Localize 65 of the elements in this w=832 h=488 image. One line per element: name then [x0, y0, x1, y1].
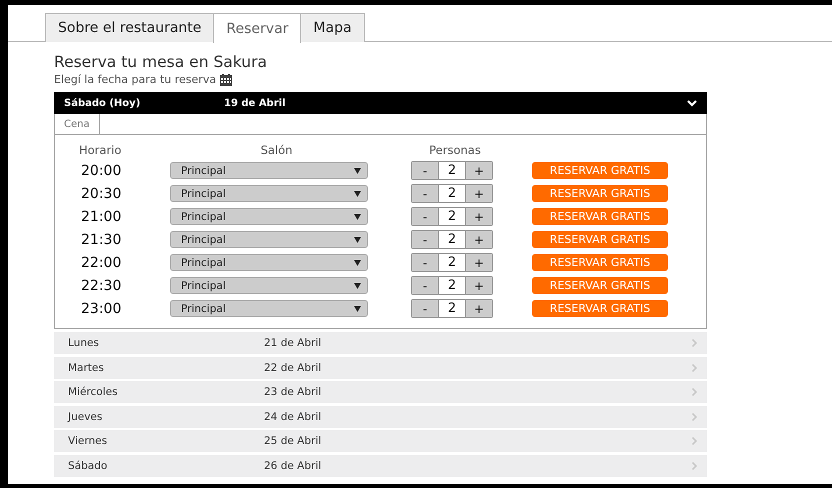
decrement-button[interactable]: - — [412, 277, 438, 294]
time-slot: 22:00 — [55, 254, 170, 270]
column-header: Salón — [260, 143, 294, 157]
increment-button[interactable]: + — [466, 208, 492, 225]
time-slot: 23:00 — [55, 300, 170, 316]
column-header: Personas — [428, 143, 482, 157]
decrement-button[interactable]: - — [412, 208, 438, 225]
time-slot: 21:00 — [55, 208, 170, 224]
decrement-button[interactable]: - — [412, 254, 438, 271]
room-select[interactable]: Principal — [170, 231, 368, 248]
chevron-down-icon — [687, 100, 697, 106]
people-field[interactable]: 2 — [438, 254, 466, 271]
dropdown-arrow-icon — [354, 168, 361, 174]
room-select[interactable]: Principal — [170, 208, 368, 225]
time-slot: 22:30 — [55, 278, 170, 294]
time-slot: 20:00 — [55, 162, 170, 178]
day-header[interactable]: Sábado (Hoy) 19 de Abril — [54, 92, 707, 114]
dropdown-arrow-icon — [354, 214, 361, 220]
increment-button[interactable]: + — [466, 277, 492, 294]
decrement-button[interactable]: - — [412, 300, 438, 317]
increment-button[interactable]: + — [466, 231, 492, 248]
dropdown-arrow-icon — [354, 306, 361, 312]
chevron-right-icon — [692, 388, 697, 396]
room-select[interactable]: Principal — [170, 185, 368, 202]
people-field[interactable]: 2 — [438, 277, 466, 294]
room-select[interactable]: Principal — [170, 162, 368, 179]
chevron-right-icon — [692, 437, 697, 446]
column-header: Horario — [78, 143, 122, 157]
day-row[interactable]: Viernes 25 de Abril — [54, 430, 707, 452]
day-row[interactable]: Lunes 21 de Abril — [54, 332, 707, 354]
time-slot: 20:30 — [55, 186, 170, 202]
instruction-text: Elegí la fecha para tu reserva — [54, 73, 216, 86]
chevron-right-icon — [692, 339, 697, 347]
chevron-right-icon — [692, 412, 697, 421]
calendar-icon — [220, 74, 232, 86]
chevron-right-icon — [692, 462, 697, 470]
people-field[interactable]: 2 — [438, 300, 466, 317]
day-row[interactable]: Sábado 26 de Abril — [54, 454, 707, 477]
page-heading: Reserva tu mesa en Sakura — [54, 53, 268, 71]
increment-button[interactable]: + — [466, 162, 492, 179]
increment-button[interactable]: + — [466, 185, 492, 202]
people-field[interactable]: 2 — [438, 185, 466, 202]
day-row[interactable]: Miércoles 23 de Abril — [54, 381, 707, 404]
increment-button[interactable]: + — [466, 300, 492, 317]
time-slot: 21:30 — [55, 232, 170, 248]
room-select[interactable]: Principal — [170, 277, 368, 294]
dropdown-arrow-icon — [354, 282, 361, 288]
tab[interactable]: Mapa — [300, 13, 365, 42]
dropdown-arrow-icon — [354, 236, 361, 242]
room-select[interactable]: Principal — [170, 254, 368, 271]
room-select[interactable]: Principal — [170, 300, 368, 317]
decrement-button[interactable]: - — [412, 185, 438, 202]
chevron-right-icon — [692, 364, 697, 372]
decrement-button[interactable]: - — [412, 231, 438, 248]
people-field[interactable]: 2 — [438, 162, 466, 179]
day-row[interactable]: Jueves 24 de Abril — [54, 406, 707, 428]
tab[interactable]: Sobre el restaurante — [45, 13, 214, 42]
people-field[interactable]: 2 — [438, 231, 466, 248]
people-field[interactable]: 2 — [438, 208, 466, 225]
tab[interactable]: Reservar — [213, 13, 302, 43]
day-row[interactable]: Martes 22 de Abril — [54, 356, 707, 379]
dropdown-arrow-icon — [354, 190, 361, 196]
dropdown-arrow-icon — [354, 260, 361, 266]
increment-button[interactable]: + — [466, 254, 492, 271]
decrement-button[interactable]: - — [412, 162, 438, 179]
